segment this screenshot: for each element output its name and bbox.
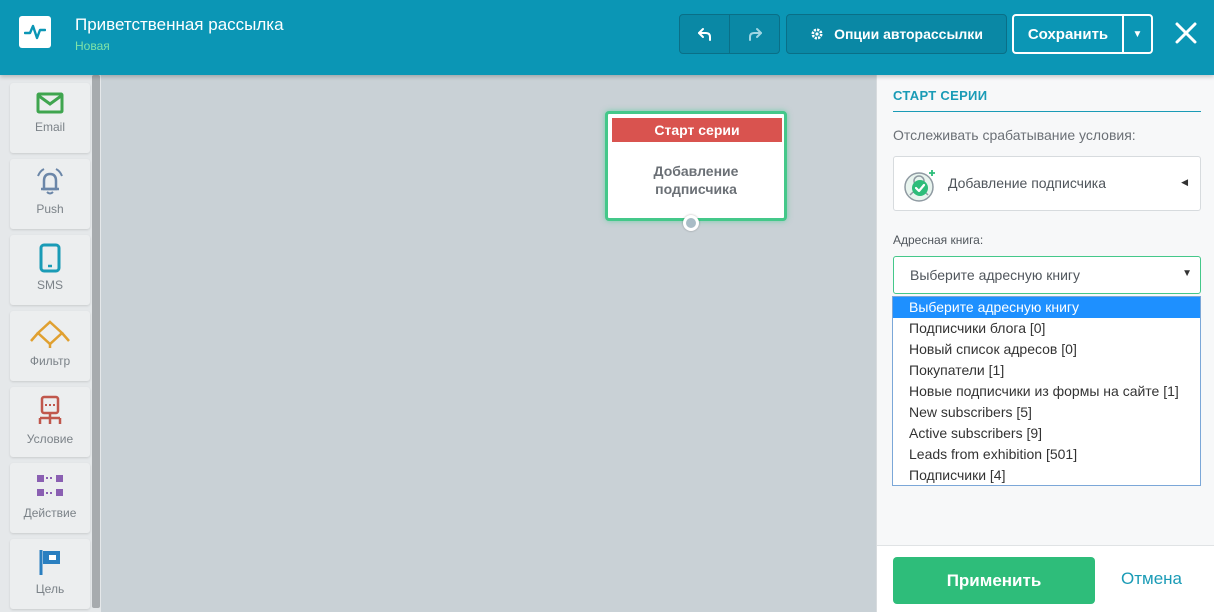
- top-bar: Приветственная рассылка Новая Опции авто…: [0, 0, 1214, 75]
- palette-item-label: Email: [34, 120, 65, 134]
- trigger-value: Добавление подписчика: [948, 175, 1107, 191]
- palette-item-sms[interactable]: SMS: [10, 235, 90, 305]
- node-output-port[interactable]: [683, 215, 699, 231]
- palette-item-label: Фильтр: [29, 354, 71, 368]
- app-logo-icon[interactable]: [19, 16, 51, 48]
- dropdown-option[interactable]: Подписчики [4]: [893, 465, 1200, 485]
- dropdown-option[interactable]: Новые подписчики из формы на сайте [1]: [893, 381, 1200, 402]
- palette-item-label: Действие: [23, 506, 77, 520]
- dropdown-option[interactable]: Подписчики блога [0]: [893, 318, 1200, 339]
- trigger-select[interactable]: Добавление подписчика ◀: [893, 156, 1201, 211]
- status-label: Новая: [75, 39, 110, 53]
- palette-item-push[interactable]: Push: [10, 159, 90, 229]
- palette-item-label: Цель: [35, 582, 65, 596]
- filter-icon: [30, 320, 70, 348]
- add-subscriber-icon: [904, 170, 935, 202]
- redo-button[interactable]: [730, 15, 779, 53]
- bell-icon: [37, 168, 63, 195]
- autoresponder-options-button[interactable]: Опции авторассылки: [786, 14, 1007, 54]
- palette-item-filter[interactable]: Фильтр: [10, 311, 90, 381]
- chevron-down-icon: ▼: [1182, 268, 1192, 279]
- caret-left-icon: ◀: [1181, 177, 1188, 187]
- chevron-down-icon: ▼: [1132, 28, 1143, 40]
- track-condition-label: Отслеживать срабатывание условия:: [893, 127, 1136, 143]
- panel-title: СТАРТ СЕРИИ: [893, 88, 988, 103]
- address-book-select-value: Выберите адресную книгу: [910, 267, 1081, 283]
- dropdown-option[interactable]: New subscribers [5]: [893, 402, 1200, 423]
- dropdown-option[interactable]: Выберите адресную книгу: [893, 297, 1200, 318]
- dropdown-option[interactable]: Покупатели [1]: [893, 360, 1200, 381]
- condition-icon: [38, 395, 62, 424]
- dropdown-option[interactable]: Leads from exhibition [501]: [893, 444, 1200, 465]
- palette-item-goal[interactable]: Цель: [10, 539, 90, 609]
- node-header: Старт серии: [612, 118, 782, 142]
- palette-item-label: Условие: [26, 432, 74, 446]
- flag-icon: [39, 550, 60, 575]
- dropdown-option[interactable]: Новый список адресов [0]: [893, 339, 1200, 360]
- redo-icon: [748, 28, 762, 41]
- node-body: Добавление подписчика: [608, 162, 784, 198]
- start-series-node[interactable]: Старт серии Добавление подписчика: [605, 111, 787, 221]
- dropdown-option[interactable]: Active subscribers [9]: [893, 423, 1200, 444]
- autoresponder-options-label: Опции авторассылки: [834, 26, 983, 42]
- undo-button[interactable]: [680, 15, 730, 53]
- action-icon: [37, 475, 63, 496]
- close-button[interactable]: [1170, 17, 1202, 49]
- cancel-button[interactable]: Отмена: [1121, 569, 1182, 589]
- history-controls: [679, 14, 780, 54]
- mobile-icon: [39, 243, 61, 273]
- panel-footer: Применить Отмена: [877, 545, 1214, 612]
- node-body-line1: Добавление: [653, 163, 739, 179]
- palette-item-label: Push: [36, 202, 64, 216]
- palette-item-email[interactable]: Email: [10, 83, 90, 153]
- address-book-label: Адресная книга:: [893, 233, 984, 247]
- address-book-dropdown: Выберите адресную книгу Подписчики блога…: [892, 296, 1201, 486]
- palette-scrollbar[interactable]: [92, 75, 100, 608]
- panel-divider: [893, 111, 1201, 112]
- gear-icon: [811, 28, 823, 40]
- save-menu-button[interactable]: ▼: [1124, 16, 1151, 52]
- apply-button[interactable]: Применить: [893, 557, 1095, 604]
- envelope-icon: [36, 92, 64, 114]
- address-book-select[interactable]: Выберите адресную книгу ▼: [893, 256, 1201, 294]
- palette-item-condition[interactable]: Условие: [10, 387, 90, 457]
- page-title: Приветственная рассылка: [75, 15, 284, 34]
- node-body-line2: подписчика: [655, 181, 737, 197]
- save-button-group: Сохранить ▼: [1012, 14, 1153, 54]
- undo-icon: [697, 28, 711, 41]
- palette-item-action[interactable]: Действие: [10, 463, 90, 533]
- close-icon: [1175, 22, 1197, 44]
- save-button[interactable]: Сохранить: [1014, 16, 1124, 52]
- palette-item-label: SMS: [36, 278, 63, 292]
